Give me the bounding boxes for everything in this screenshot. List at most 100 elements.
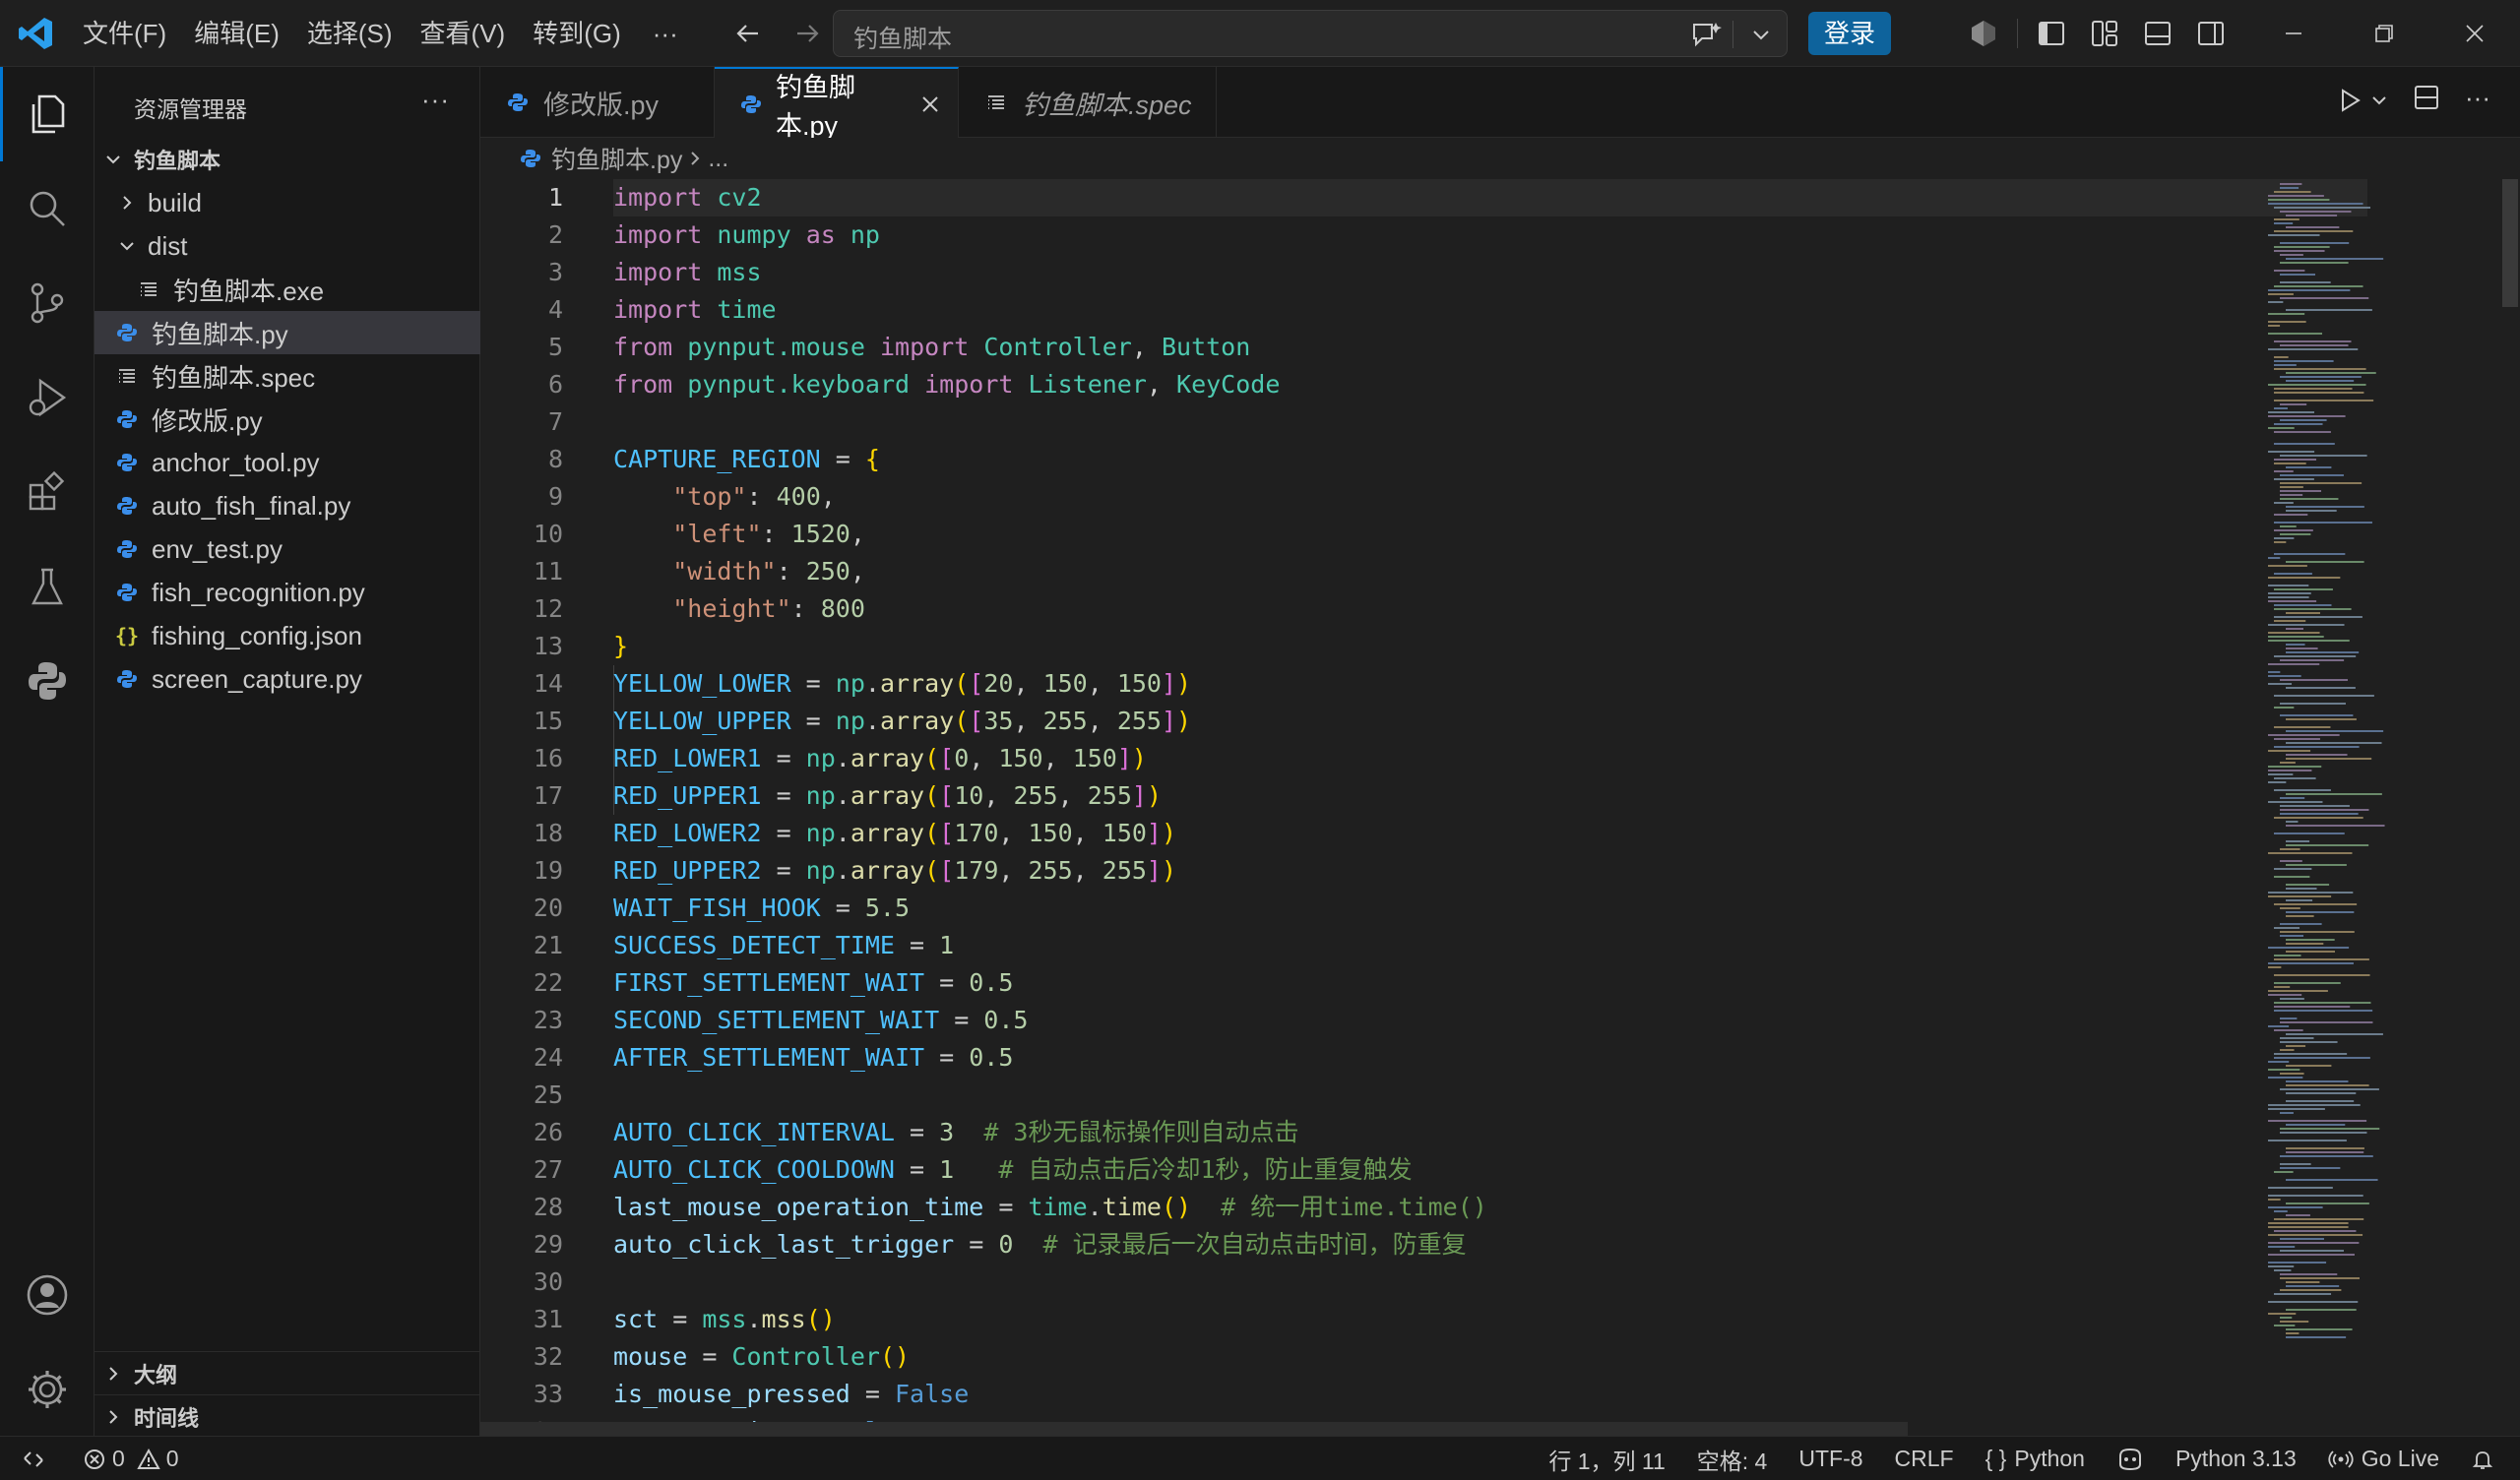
- extensions-icon[interactable]: [0, 445, 94, 539]
- menu-edit[interactable]: 编辑(E): [180, 0, 293, 67]
- breadcrumb-file[interactable]: 钓鱼脚本.py: [551, 141, 682, 176]
- minimap-line: [2268, 293, 2294, 295]
- minimap-line: [2268, 600, 2317, 602]
- outline-section[interactable]: 大纲: [94, 1351, 480, 1394]
- code-line: 23 SECOND_SETTLEMENT_WAIT = 0.5: [480, 1002, 2449, 1039]
- tree-item-py[interactable]: 修改版.py: [94, 398, 480, 441]
- minimap-line: [2274, 270, 2305, 272]
- minimap[interactable]: [2264, 179, 2500, 1436]
- language-mode[interactable]: { } Python: [1970, 1446, 2101, 1472]
- restore-icon[interactable]: [2339, 0, 2429, 67]
- copilot-status-icon[interactable]: [2101, 1447, 2160, 1472]
- command-center-separator: [1732, 21, 1733, 48]
- login-button[interactable]: 登录: [1808, 12, 1891, 55]
- testing-flask-icon[interactable]: [0, 539, 94, 634]
- code-line: 5 from pynput.mouse import Controller, Bu…: [480, 329, 2449, 366]
- tree-item-py[interactable]: auto_fish_final.py: [94, 484, 480, 527]
- split-editor-icon[interactable]: [2412, 83, 2441, 117]
- toggle-panel-icon[interactable]: [2138, 14, 2177, 53]
- close-tab-icon[interactable]: [918, 91, 942, 118]
- minimap-line: [2286, 612, 2320, 614]
- copilot-icon[interactable]: [1964, 14, 2003, 53]
- tree-item-py[interactable]: fish_recognition.py: [94, 571, 480, 614]
- code-line: 10 "left": 1520,: [480, 516, 2449, 553]
- tree-item-py[interactable]: env_test.py: [94, 527, 480, 571]
- minimap-line: [2280, 762, 2296, 764]
- problems-indicator[interactable]: 0 0: [83, 1437, 179, 1480]
- run-python-file-icon[interactable]: [2335, 83, 2388, 117]
- minimap-line: [2286, 1309, 2357, 1311]
- python-icon[interactable]: [0, 634, 94, 728]
- scrollbar-thumb[interactable]: [2502, 179, 2518, 307]
- chevron-down-icon[interactable]: [1749, 23, 1773, 46]
- minimap-line: [2268, 734, 2340, 736]
- minimap-line: [2286, 215, 2338, 216]
- chat-icon[interactable]: [1690, 19, 1724, 50]
- menu-selection[interactable]: 选择(S): [293, 0, 407, 67]
- source-control-icon[interactable]: [0, 256, 94, 350]
- root-folder[interactable]: 钓鱼脚本: [94, 138, 480, 181]
- breadcrumb-symbols[interactable]: ...: [708, 145, 728, 173]
- tree-item-label: anchor_tool.py: [152, 447, 320, 477]
- tab-xiugaiban[interactable]: 修改版.py: [480, 67, 715, 138]
- minimap-line: [2274, 974, 2370, 976]
- tab-active-file[interactable]: 钓鱼脚本.py: [715, 67, 959, 141]
- toggle-secondary-sidebar-icon[interactable]: [2191, 14, 2231, 53]
- tree-item-json[interactable]: {} fishing_config.json: [94, 614, 480, 657]
- customize-layout-icon[interactable]: [2085, 14, 2124, 53]
- run-debug-icon[interactable]: [0, 350, 94, 445]
- go-live-button[interactable]: Go Live: [2312, 1446, 2455, 1472]
- vertical-scrollbar[interactable]: [2500, 179, 2520, 1436]
- code-text: auto_click_last_trigger = 0 # 记录最后一次自动点击…: [613, 1230, 1467, 1259]
- indentation[interactable]: 空格: 4: [1681, 1443, 1784, 1476]
- minimap-line: [2274, 250, 2325, 252]
- code-text: RED_LOWER2 = np.array([170, 150, 150]): [613, 819, 1177, 847]
- toggle-primary-sidebar-icon[interactable]: [2032, 14, 2071, 53]
- minimap-line: [2286, 466, 2332, 468]
- minimize-icon[interactable]: [2248, 0, 2339, 67]
- horizontal-scrollbar[interactable]: [480, 1422, 1908, 1436]
- minimap-line: [2286, 380, 2355, 382]
- minimap-line: [2286, 825, 2385, 827]
- tree-item-active-file[interactable]: 钓鱼脚本.py: [94, 311, 480, 354]
- python-interpreter[interactable]: Python 3.13: [2160, 1446, 2312, 1472]
- code-line: 1 import cv2: [480, 179, 2449, 216]
- tree-item-dist[interactable]: dist: [94, 224, 480, 268]
- account-icon[interactable]: [0, 1248, 94, 1342]
- minimap-line: [2268, 1108, 2325, 1110]
- line-endings[interactable]: CRLF: [1879, 1446, 1970, 1472]
- more-actions-icon[interactable]: ···: [2465, 83, 2490, 117]
- timeline-section[interactable]: 时间线: [94, 1394, 480, 1438]
- search-icon[interactable]: [0, 161, 94, 256]
- close-window-icon[interactable]: [2429, 0, 2520, 67]
- settings-gear-icon[interactable]: [0, 1342, 94, 1437]
- menu-file[interactable]: 文件(F): [69, 0, 180, 67]
- minimap-line: [2274, 695, 2374, 697]
- tree-item-py[interactable]: screen_capture.py: [94, 657, 480, 701]
- tree-item-spec[interactable]: 钓鱼脚本.spec: [94, 354, 480, 398]
- menu-more-button[interactable]: ···: [635, 19, 696, 49]
- remote-indicator-icon[interactable]: [0, 1437, 67, 1480]
- tree-item-py[interactable]: anchor_tool.py: [94, 441, 480, 484]
- tree-item-build[interactable]: build: [94, 181, 480, 224]
- tree-item-exe[interactable]: 钓鱼脚本.exe: [94, 268, 480, 311]
- minimap-line: [2286, 1080, 2349, 1082]
- encoding[interactable]: UTF-8: [1783, 1446, 1878, 1472]
- tab-label: 钓鱼脚本.spec: [1022, 90, 1192, 120]
- notifications-bell-icon[interactable]: [2455, 1448, 2510, 1471]
- chevron-down-icon[interactable]: [2370, 92, 2388, 109]
- line-number: 23: [533, 1006, 563, 1034]
- forward-arrow-icon[interactable]: [788, 14, 827, 53]
- back-arrow-icon[interactable]: [728, 14, 768, 53]
- code-editor[interactable]: 1 import cv2 2 import numpy as np 3 import …: [480, 179, 2520, 1436]
- command-center-search[interactable]: 钓鱼脚本: [833, 10, 1788, 57]
- cursor-position[interactable]: 行 1，列 11: [1533, 1443, 1680, 1476]
- menu-view[interactable]: 查看(V): [407, 0, 520, 67]
- minimap-line: [2280, 860, 2302, 862]
- python-file-icon: [116, 668, 138, 690]
- explorer-more-button[interactable]: ···: [421, 85, 450, 115]
- tab-spec[interactable]: 钓鱼脚本.spec: [959, 67, 1217, 138]
- menu-go[interactable]: 转到(G): [519, 0, 635, 67]
- minimap-line: [2268, 596, 2309, 598]
- explorer-icon[interactable]: [0, 67, 94, 161]
